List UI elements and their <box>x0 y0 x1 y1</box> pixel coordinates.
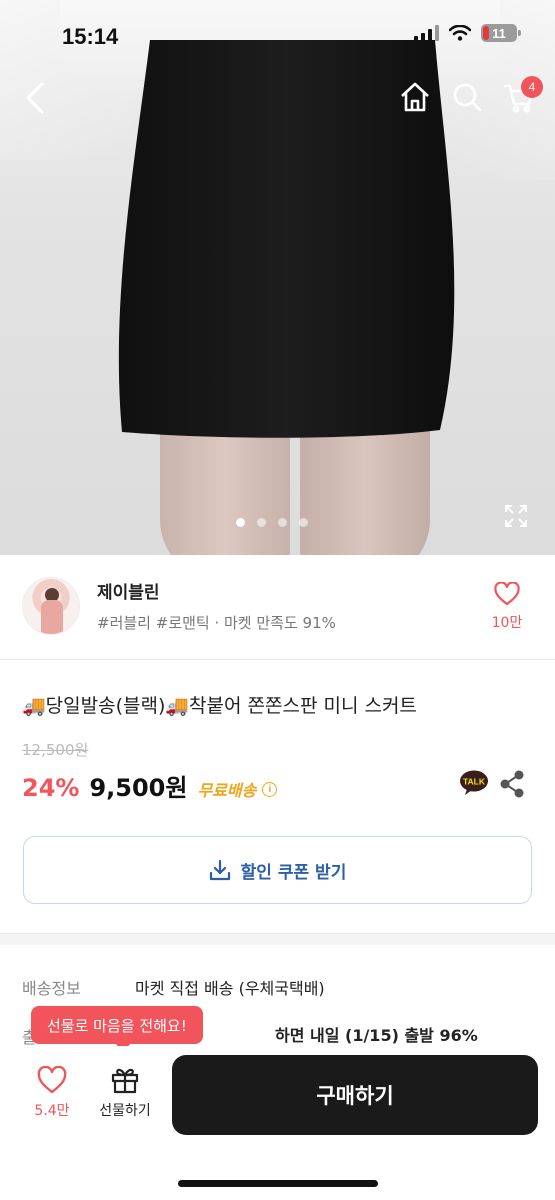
pagination-dot[interactable] <box>278 518 287 527</box>
original-price: 12,500원 <box>22 741 89 759</box>
leg-right <box>300 420 430 555</box>
shop-name[interactable]: 제이블린 <box>97 578 160 603</box>
section-divider <box>0 933 555 945</box>
heart-outline-icon <box>494 581 520 606</box>
kakao-talk-icon: TALK <box>460 770 488 795</box>
buy-button[interactable]: 구매하기 <box>172 1055 538 1135</box>
leg-left <box>160 420 290 555</box>
search-button[interactable] <box>451 80 483 114</box>
gift-icon <box>111 1068 139 1094</box>
share-icon <box>500 770 524 798</box>
image-pagination <box>236 518 308 527</box>
pagination-dot[interactable] <box>236 518 245 527</box>
gift-tooltip-text: 선물로 마음을 전해요! <box>47 1016 187 1035</box>
product-like-count: 5.4만 <box>34 1103 70 1119</box>
gift-button[interactable]: 선물하기 <box>92 1066 158 1120</box>
status-time: 15:14 <box>62 24 119 49</box>
product-like-button[interactable]: 5.4만 <box>24 1065 80 1120</box>
share-button[interactable] <box>499 770 525 798</box>
shop-like-count: 10만 <box>491 615 523 631</box>
gift-tooltip[interactable]: 선물로 마음을 전해요! <box>31 1006 203 1052</box>
search-icon <box>453 83 482 112</box>
discount-rate: 24% <box>22 774 80 802</box>
cart-button[interactable]: 4 <box>503 76 543 114</box>
home-indicator <box>178 1180 378 1187</box>
heart-outline-icon <box>37 1065 67 1094</box>
gift-label: 선물하기 <box>99 1103 151 1119</box>
shipping-value: 마켓 직접 배송 (우체국택배) <box>135 979 325 998</box>
shop-avatar[interactable] <box>22 577 80 635</box>
pagination-dot[interactable] <box>257 518 266 527</box>
status-bar: 15:14 11 <box>0 0 555 70</box>
talk-label: TALK <box>463 777 486 787</box>
top-navigation: 4 <box>0 76 555 118</box>
buy-label: 구매하기 <box>316 1084 394 1108</box>
bottom-action-bar: 5.4만 선물하기 구매하기 <box>0 1046 555 1200</box>
kakao-talk-share-button[interactable]: TALK <box>459 770 489 796</box>
departure-value: 하면 내일 (1/15) 출발 96% <box>275 1026 478 1045</box>
free-shipping-badge[interactable]: 무료배송 i <box>197 777 278 801</box>
coupon-download-button[interactable]: 할인 쿠폰 받기 <box>23 836 532 904</box>
cart-count-badge: 4 <box>521 76 543 98</box>
back-button[interactable] <box>20 80 54 116</box>
home-button[interactable] <box>399 80 431 114</box>
shop-info[interactable]: 제이블린 #러블리 #로맨틱 · 마켓 만족도 91% 10만 <box>0 555 555 660</box>
shop-tags: #러블리 #로맨틱 · 마켓 만족도 91% <box>97 614 336 632</box>
pagination-dot[interactable] <box>299 518 308 527</box>
home-icon <box>401 82 429 112</box>
battery-level: 11 <box>492 25 506 41</box>
coupon-label: 할인 쿠폰 받기 <box>240 862 347 883</box>
info-icon[interactable]: i <box>262 781 278 797</box>
wifi-icon <box>449 25 471 41</box>
cellular-signal-icon <box>414 25 439 41</box>
shipping-label: 배송정보 <box>22 979 81 998</box>
product-title: 🚚당일발송(블랙)🚚착붙어 쫀쫀스판 미니 스커트 <box>22 695 417 717</box>
shop-like-button[interactable]: 10만 <box>487 581 527 632</box>
sale-price: 9,500원 <box>89 774 188 802</box>
download-icon <box>209 859 230 881</box>
chevron-left-icon <box>26 82 44 114</box>
expand-icon[interactable] <box>503 503 529 529</box>
battery-icon: 11 <box>481 24 521 42</box>
price-row: 24% 9,500원 무료배송 i <box>22 768 278 803</box>
free-shipping-label: 무료배송 <box>197 781 257 800</box>
status-icons: 11 <box>414 24 521 42</box>
